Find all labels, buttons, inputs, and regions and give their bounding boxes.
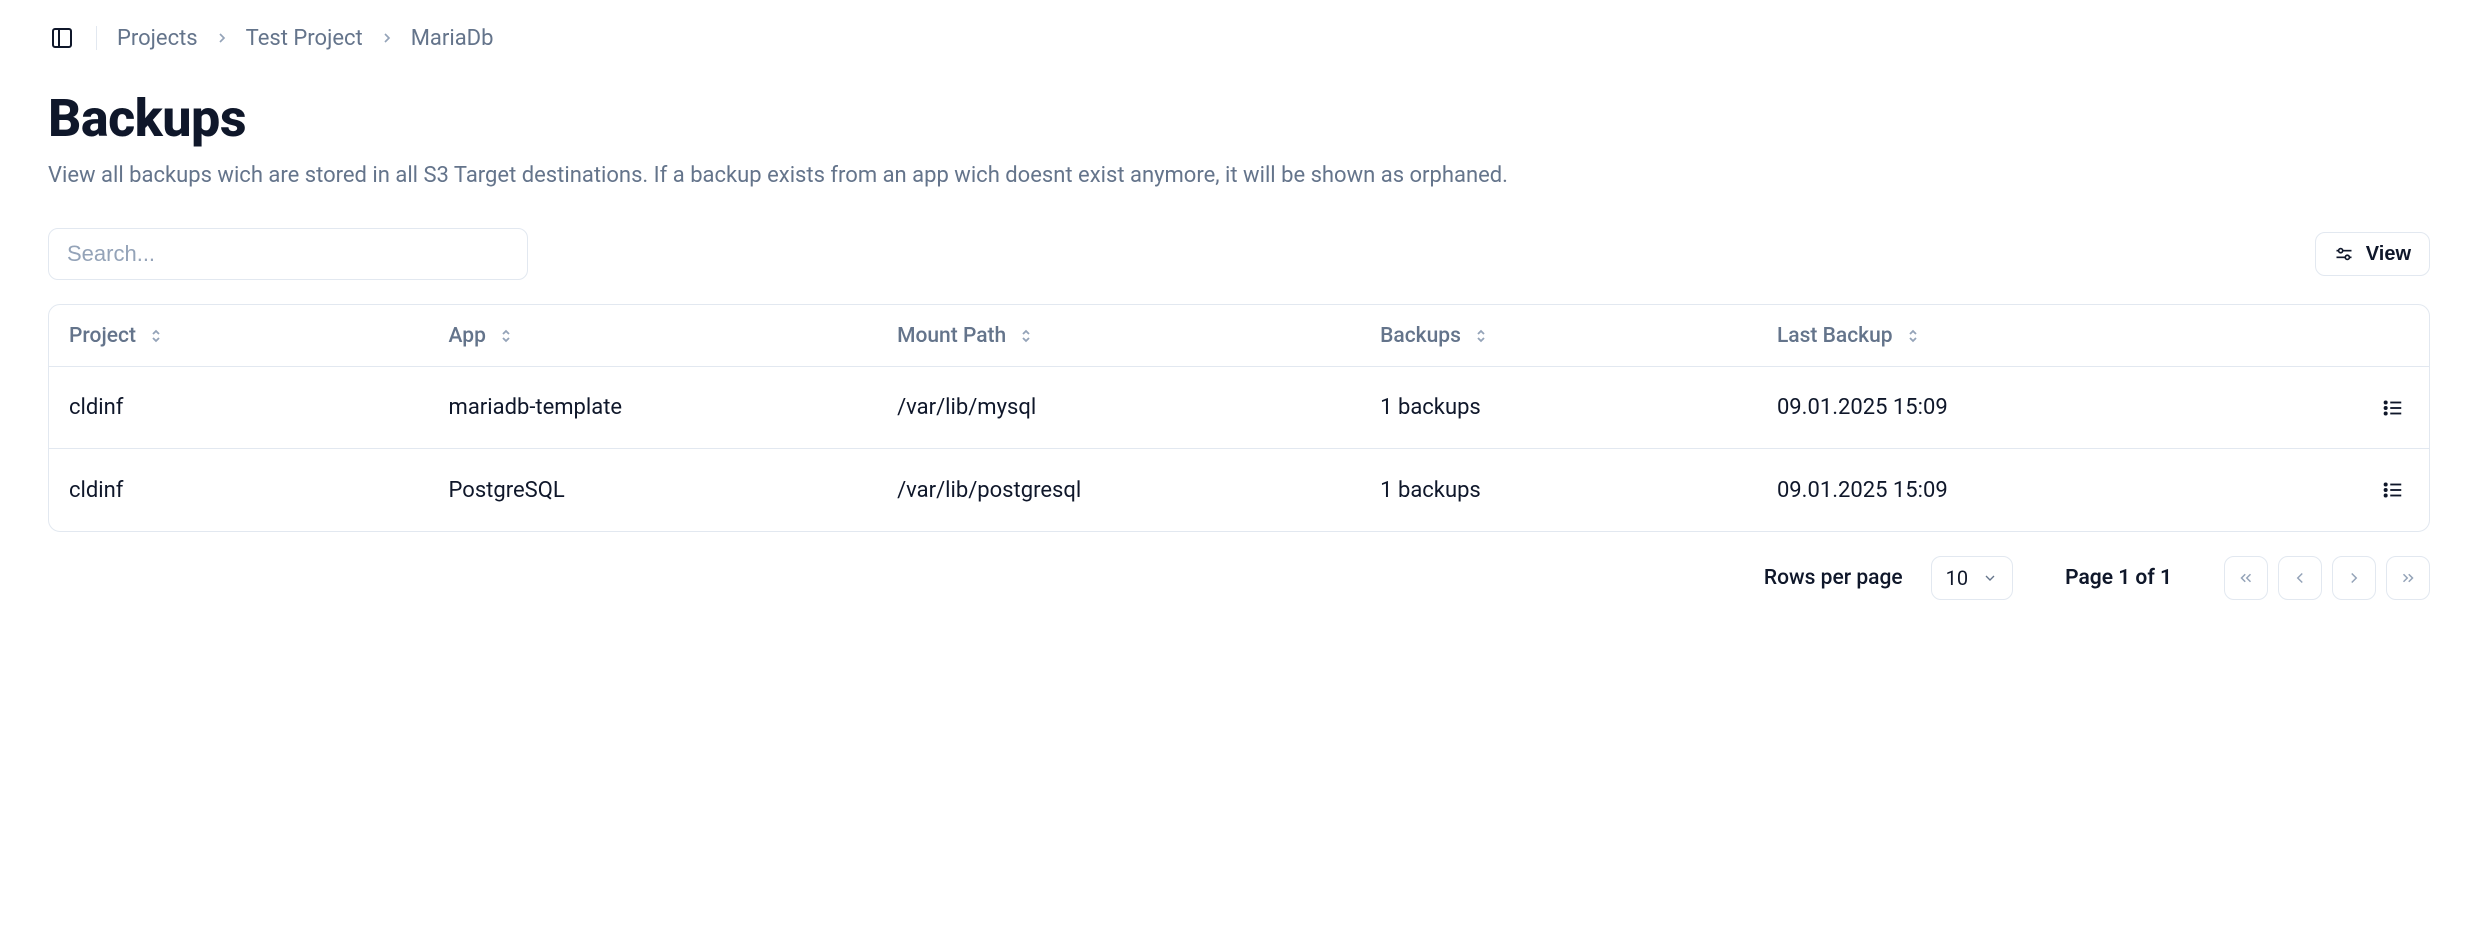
chevrons-left-icon [2237,569,2255,587]
pagination: Rows per page 10 Page 1 of 1 [48,556,2430,600]
column-header-app[interactable]: App [449,324,898,348]
table-header: Project App Mount Path Backups Last Back… [49,305,2429,367]
sort-icon [500,329,512,343]
last-page-button[interactable] [2386,556,2430,600]
breadcrumb-item-mariadb[interactable]: MariaDb [411,26,494,51]
breadcrumb: Projects Test Project MariaDb [117,26,493,51]
sliders-icon [2334,244,2354,264]
breadcrumb-item-test-project[interactable]: Test Project [246,26,363,51]
first-page-button[interactable] [2224,556,2268,600]
chevron-left-icon [2291,569,2309,587]
sort-icon [1020,329,1032,343]
column-header-last-backup[interactable]: Last Backup [1777,324,2329,348]
pager-buttons [2224,556,2430,600]
cell-app: mariadb-template [449,395,898,420]
sort-icon [1475,329,1487,343]
list-icon [2382,479,2404,501]
chevron-right-icon [214,30,230,46]
column-header-mount-path[interactable]: Mount Path [897,324,1380,348]
table-row: cldinf PostgreSQL /var/lib/postgresql 1 … [49,449,2429,531]
chevron-right-icon [379,30,395,46]
backups-table: Project App Mount Path Backups Last Back… [48,304,2430,532]
search-input[interactable] [48,228,528,280]
column-label: Mount Path [897,324,1006,348]
cell-mount-path: /var/lib/mysql [897,395,1380,420]
controls-row: View [48,228,2430,280]
cell-mount-path: /var/lib/postgresql [897,478,1380,503]
view-button-label: View [2366,243,2411,266]
row-actions-button[interactable] [2377,392,2409,424]
column-header-backups[interactable]: Backups [1380,324,1777,348]
cell-backups: 1 backups [1380,478,1777,503]
rows-per-page-label: Rows per page [1764,566,1903,590]
cell-last-backup: 09.01.2025 15:09 [1777,395,2329,420]
chevron-down-icon [1982,570,1998,586]
breadcrumb-item-projects[interactable]: Projects [117,26,198,51]
sort-icon [150,329,162,343]
rows-per-page-select[interactable]: 10 [1931,556,2013,600]
panel-toggle-button[interactable] [48,24,76,52]
topbar: Projects Test Project MariaDb [48,24,2430,52]
list-icon [2382,397,2404,419]
page-description: View all backups wich are stored in all … [48,163,2430,188]
column-header-project[interactable]: Project [69,324,449,348]
chevrons-right-icon [2399,569,2417,587]
cell-project: cldinf [69,478,449,503]
panel-left-icon [50,26,74,50]
row-actions-button[interactable] [2377,474,2409,506]
sort-icon [1907,329,1919,343]
page-title: Backups [48,88,2430,149]
column-label: Project [69,324,136,348]
column-label: App [449,324,486,348]
column-label: Backups [1380,324,1461,348]
next-page-button[interactable] [2332,556,2376,600]
column-label: Last Backup [1777,324,1893,348]
chevron-right-icon [2345,569,2363,587]
cell-project: cldinf [69,395,449,420]
table-row: cldinf mariadb-template /var/lib/mysql 1… [49,367,2429,449]
page-indicator: Page 1 of 1 [2065,566,2172,590]
rows-per-page-value: 10 [1946,566,1968,590]
cell-last-backup: 09.01.2025 15:09 [1777,478,2329,503]
cell-app: PostgreSQL [449,478,898,503]
cell-backups: 1 backups [1380,395,1777,420]
topbar-divider [96,26,97,50]
view-button[interactable]: View [2315,232,2430,276]
prev-page-button[interactable] [2278,556,2322,600]
